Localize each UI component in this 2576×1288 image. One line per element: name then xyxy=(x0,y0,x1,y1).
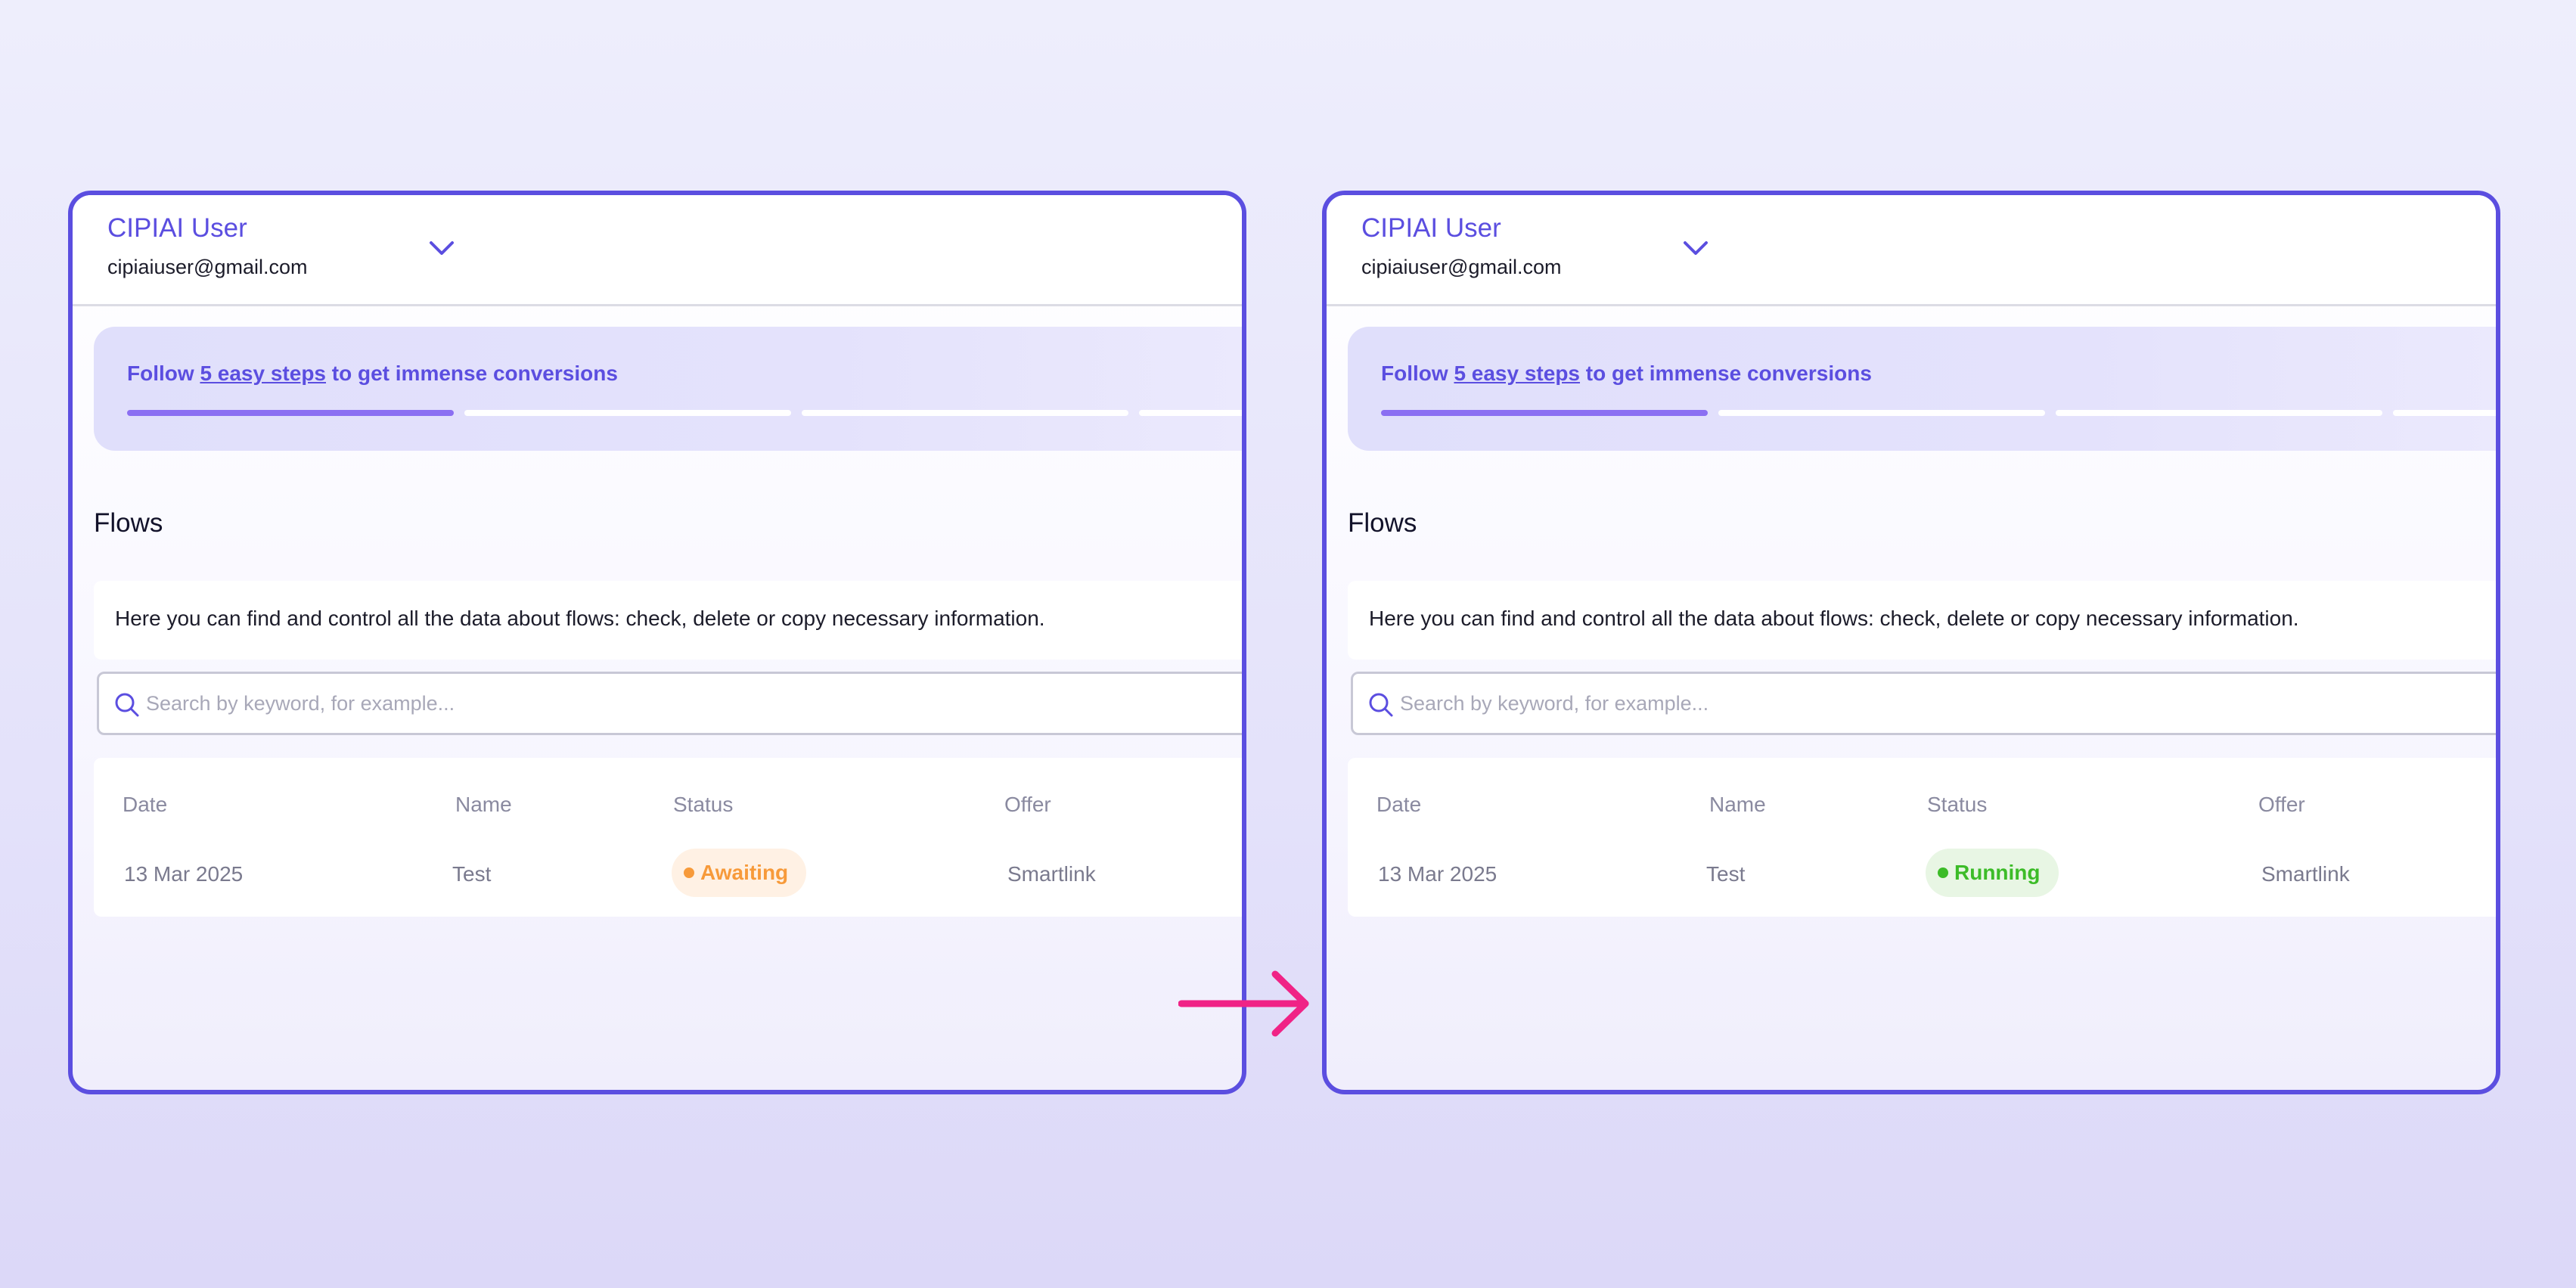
step-progress-1 xyxy=(127,410,454,416)
search-icon xyxy=(1369,693,1393,717)
column-header-name[interactable]: Name xyxy=(1709,793,1766,817)
status-dot-icon xyxy=(1938,867,1948,878)
flows-table: Date Name Status Offer 13 Mar 2025 Test … xyxy=(94,758,1242,917)
step-progress-1 xyxy=(1381,410,1708,416)
flows-table: Date Name Status Offer 13 Mar 2025 Test … xyxy=(1348,758,2496,917)
flows-description-card: Here you can find and control all the da… xyxy=(94,581,1242,660)
column-header-date[interactable]: Date xyxy=(123,793,167,817)
step-progress-4 xyxy=(1139,410,1242,416)
search-placeholder: Search by keyword, for example... xyxy=(1400,692,1709,715)
flows-description: Here you can find and control all the da… xyxy=(1369,607,2299,630)
search-input[interactable]: Search by keyword, for example... xyxy=(1351,672,2496,735)
search-icon xyxy=(115,693,139,717)
chevron-down-icon[interactable] xyxy=(1682,239,1709,259)
user-email: cipiaiuser@gmail.com xyxy=(107,256,308,278)
easy-steps-link[interactable]: 5 easy steps xyxy=(1454,362,1580,385)
step-progress-3 xyxy=(2056,410,2382,416)
row-offer: Smartlink xyxy=(1007,862,1096,886)
account-header[interactable]: CIPIAI User cipiaiuser@gmail.com xyxy=(73,195,1242,306)
onboarding-banner: Follow 5 easy steps to get immense conve… xyxy=(94,327,1242,451)
banner-text: Follow 5 easy steps to get immense conve… xyxy=(1381,362,1872,385)
step-progress-2 xyxy=(1718,410,2045,416)
flows-description-card: Here you can find and control all the da… xyxy=(1348,581,2496,660)
banner-text: Follow 5 easy steps to get immense conve… xyxy=(127,362,618,385)
arrow-right-icon xyxy=(1178,970,1309,1037)
easy-steps-link[interactable]: 5 easy steps xyxy=(200,362,326,385)
column-header-offer[interactable]: Offer xyxy=(2258,793,2305,817)
status-badge: Awaiting xyxy=(672,849,807,897)
column-header-status[interactable]: Status xyxy=(673,793,733,817)
step-progress-3 xyxy=(802,410,1128,416)
column-header-offer[interactable]: Offer xyxy=(1004,793,1051,817)
row-offer: Smartlink xyxy=(2261,862,2350,886)
search-placeholder: Search by keyword, for example... xyxy=(146,692,455,715)
page-title: Flows xyxy=(1348,508,1417,538)
flows-panel-after: CIPIAI User cipiaiuser@gmail.com Follow … xyxy=(1322,191,2500,1094)
row-date: 13 Mar 2025 xyxy=(124,862,244,886)
row-name[interactable]: Test xyxy=(452,862,491,886)
status-badge: Running xyxy=(1926,849,2059,897)
row-date: 13 Mar 2025 xyxy=(1378,862,1497,886)
search-input[interactable]: Search by keyword, for example... xyxy=(97,672,1242,735)
chevron-down-icon[interactable] xyxy=(428,239,455,259)
page-title: Flows xyxy=(94,508,163,538)
flows-description: Here you can find and control all the da… xyxy=(115,607,1045,630)
flows-panel-before: CIPIAI User cipiaiuser@gmail.com Follow … xyxy=(68,191,1246,1094)
row-name[interactable]: Test xyxy=(1706,862,1745,886)
status-dot-icon xyxy=(684,867,694,878)
onboarding-banner: Follow 5 easy steps to get immense conve… xyxy=(1348,327,2496,451)
user-email: cipiaiuser@gmail.com xyxy=(1361,256,1562,278)
column-header-name[interactable]: Name xyxy=(455,793,512,817)
column-header-status[interactable]: Status xyxy=(1927,793,1987,817)
account-header[interactable]: CIPIAI User cipiaiuser@gmail.com xyxy=(1327,195,2496,306)
user-name: CIPIAI User xyxy=(107,213,247,243)
step-progress-4 xyxy=(2393,410,2496,416)
user-name: CIPIAI User xyxy=(1361,213,1501,243)
step-progress-2 xyxy=(464,410,791,416)
column-header-date[interactable]: Date xyxy=(1376,793,1421,817)
